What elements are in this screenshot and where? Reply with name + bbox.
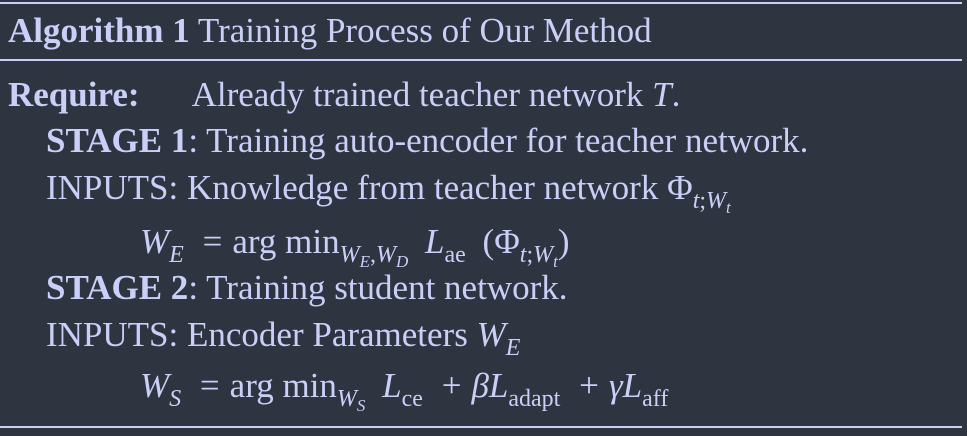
top-rule [0,2,962,4]
stage1-equation: WE = arg minWE,WD Lae (Φt;Wt) [140,222,570,271]
stage2-inputs-label: INPUTS: [46,315,179,354]
stage2-text: : Training student network. [188,268,568,307]
stage1-text: : Training auto-encoder for teacher netw… [188,121,809,160]
stage2-equation: WS = arg minWS Lce + βLadapt + γLaff [140,366,669,415]
stage1-line: STAGE 1: Training auto-encoder for teach… [46,121,808,161]
stage1-label: STAGE 1 [46,121,189,160]
algorithm-caption: Algorithm 1 Training Process of Our Meth… [8,11,652,51]
stage1-inputs-text: Knowledge from teacher network [187,168,659,207]
require-line: Require: Already trained teacher network … [8,75,681,114]
algorithm-label: Algorithm 1 [8,11,190,50]
bottom-rule [0,426,962,428]
algorithm-title: Training Process of Our Method [197,11,652,50]
caption-rule [0,59,962,61]
phi-symbol: Φt;Wt [667,168,731,217]
stage2-inputs-text: Encoder Parameters [187,315,468,354]
stage2-line: STAGE 2: Training student network. [46,268,568,308]
stage1-inputs-line: INPUTS: Knowledge from teacher network Φ… [46,168,731,217]
require-label: Require: [8,75,140,114]
teacher-symbol: T [652,75,672,114]
require-text: Already trained teacher network [191,75,644,114]
stage2-label: STAGE 2 [46,268,189,307]
stage2-inputs-line: INPUTS: Encoder Parameters WE [46,315,521,361]
stage1-inputs-label: INPUTS: [46,168,179,207]
